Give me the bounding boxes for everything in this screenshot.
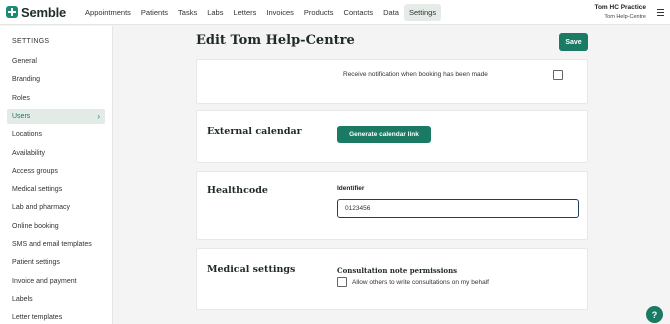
semble-logo-icon bbox=[6, 6, 18, 18]
sidebar-item-label: Locations bbox=[12, 131, 42, 139]
sidebar-item-availability[interactable]: Availability bbox=[7, 146, 105, 161]
sidebar-item-label: Letter templates bbox=[12, 314, 63, 322]
medical-settings-card: Medical settings Consultation note permi… bbox=[196, 248, 588, 310]
sidebar-item-label: Medical settings bbox=[12, 186, 63, 194]
nav-item-products[interactable]: Products bbox=[299, 4, 339, 21]
sidebar-item-roles[interactable]: Roles bbox=[7, 91, 105, 106]
sidebar-item-label: Invoice and payment bbox=[12, 277, 77, 285]
nav-item-patients[interactable]: Patients bbox=[136, 4, 173, 21]
external-calendar-title: External calendar bbox=[207, 126, 302, 137]
sidebar-item-online-booking[interactable]: Online booking bbox=[7, 219, 105, 234]
account-practice-name: Tom HC Practice bbox=[594, 4, 646, 11]
brand-name: Semble bbox=[21, 4, 67, 20]
sidebar-item-branding[interactable]: Branding bbox=[7, 72, 105, 87]
nav-item-tasks[interactable]: Tasks bbox=[173, 4, 202, 21]
identifier-label: Identifier bbox=[337, 185, 365, 192]
sidebar-item-label: Roles bbox=[12, 94, 30, 102]
sidebar-item-sms-and-email-templates[interactable]: SMS and email templates bbox=[7, 237, 105, 252]
nav-item-labs[interactable]: Labs bbox=[202, 4, 228, 21]
healthcode-card: Healthcode Identifier 0123456 bbox=[196, 171, 588, 240]
consultation-permissions-title: Consultation note permissions bbox=[337, 266, 458, 275]
settings-sidebar: SETTINGS General Branding Roles Users › Locat… bbox=[0, 26, 113, 324]
nav-item-letters[interactable]: Letters bbox=[228, 4, 261, 21]
sidebar-item-label: Branding bbox=[12, 76, 41, 84]
sidebar-item-invoice-and-payment[interactable]: Invoice and payment bbox=[7, 274, 105, 289]
sidebar-item-label: Access groups bbox=[12, 167, 58, 175]
nav-item-data[interactable]: Data bbox=[378, 4, 404, 21]
generate-calendar-link-button[interactable]: Generate calendar link bbox=[337, 126, 431, 143]
external-calendar-card: External calendar Generate calendar link bbox=[196, 110, 588, 163]
notification-label: Receive notification when booking has be… bbox=[343, 71, 488, 78]
sidebar-item-label: Labels bbox=[12, 295, 33, 303]
booking-notification-checkbox[interactable] bbox=[553, 70, 563, 80]
nav-item-settings[interactable]: Settings bbox=[403, 3, 442, 21]
healthcode-title: Healthcode bbox=[207, 185, 268, 196]
account-user-name: Tom Help-Centre bbox=[604, 14, 646, 20]
sidebar-item-label: General bbox=[12, 58, 37, 65]
sidebar-item-lab-and-pharmacy[interactable]: Lab and pharmacy bbox=[7, 200, 105, 215]
sidebar-item-label: Online booking bbox=[12, 222, 59, 230]
sidebar-item-label: Patient settings bbox=[12, 259, 60, 267]
semble-logo[interactable]: Semble bbox=[6, 5, 66, 20]
sidebar-item-locations[interactable]: Locations bbox=[7, 127, 105, 142]
sidebar-item-letter-templates[interactable]: Letter templates bbox=[7, 310, 105, 324]
sidebar-item-labels[interactable]: Labels bbox=[7, 292, 105, 307]
sidebar-item-patient-settings[interactable]: Patient settings bbox=[7, 255, 105, 270]
page-title: Edit Tom Help-Centre bbox=[196, 33, 355, 48]
sidebar-heading: SETTINGS bbox=[12, 38, 50, 45]
sidebar-item-general[interactable]: General bbox=[7, 54, 105, 69]
notification-card: Receive notification when booking has be… bbox=[196, 59, 588, 104]
sidebar-item-label: Lab and pharmacy bbox=[12, 204, 70, 212]
sidebar-item-medical-settings[interactable]: Medical settings bbox=[7, 182, 105, 197]
hamburger-menu-icon[interactable] bbox=[657, 9, 664, 16]
allow-others-consultations-checkbox[interactable] bbox=[337, 277, 347, 287]
sidebar-item-access-groups[interactable]: Access groups bbox=[7, 164, 105, 179]
account-menu[interactable]: Tom HC Practice Tom Help-Centre bbox=[594, 4, 646, 20]
nav-item-invoices[interactable]: Invoices bbox=[261, 4, 299, 21]
help-button[interactable]: ? bbox=[646, 306, 663, 323]
allow-others-consultations-label: Allow others to write consultations on m… bbox=[352, 279, 489, 286]
sidebar-item-label: SMS and email templates bbox=[12, 241, 92, 248]
save-button[interactable]: Save bbox=[559, 33, 588, 51]
nav-item-contacts[interactable]: Contacts bbox=[339, 4, 379, 21]
sidebar-item-label: Availability bbox=[12, 149, 45, 157]
identifier-input[interactable]: 0123456 bbox=[337, 199, 579, 218]
chevron-right-icon: › bbox=[97, 111, 100, 121]
top-navigation-bar: Semble Appointments Patients Tasks Labs Lett… bbox=[0, 0, 670, 25]
sidebar-item-users[interactable]: Users › bbox=[7, 108, 105, 124]
sidebar-item-label: Users bbox=[12, 112, 31, 120]
nav-item-appointments[interactable]: Appointments bbox=[80, 4, 136, 21]
medical-settings-title: Medical settings bbox=[207, 264, 296, 275]
main-nav: Appointments Patients Tasks Labs Letters Invo… bbox=[80, 0, 442, 25]
